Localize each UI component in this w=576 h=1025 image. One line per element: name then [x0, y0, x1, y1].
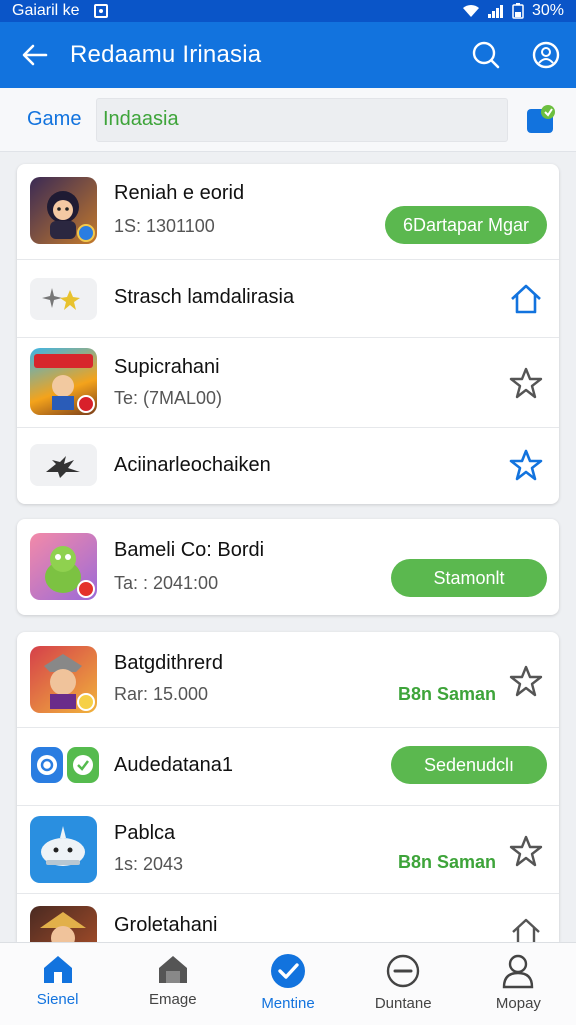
search-input[interactable]: Indaasia	[96, 97, 508, 142]
home-outline-icon	[511, 284, 541, 314]
battery-icon	[512, 3, 524, 19]
home-outline-icon	[512, 918, 540, 942]
nav-item-duntane[interactable]: Duntane	[346, 943, 461, 1025]
sparkle-thumbnail	[30, 278, 97, 320]
search-button[interactable]	[456, 22, 516, 88]
list-item[interactable]: Batgdithrerd Rar: 15.000 B8n Saman	[17, 632, 559, 728]
notification-icon	[93, 4, 108, 18]
favorite-button[interactable]	[507, 832, 545, 870]
sparkle-stars-icon	[41, 288, 80, 310]
item-name: Aciinarleochaiken	[114, 454, 271, 476]
home-shortcut-button[interactable]	[507, 280, 545, 318]
item-name: Reniah e eorid	[114, 182, 245, 204]
item-name: Batgdithrerd	[114, 652, 223, 674]
item-meta: 1S: 1301100	[114, 216, 215, 236]
primary-action-button[interactable]: Sedenudclı	[391, 746, 547, 784]
plane-icon	[45, 456, 80, 478]
account-circle-icon	[532, 41, 560, 69]
star-outline-icon	[509, 835, 543, 867]
house-icon	[158, 956, 187, 983]
nav-item-mopay[interactable]: Mopay	[461, 943, 576, 1025]
favorite-button[interactable]	[507, 446, 545, 484]
chat-app-icon	[31, 747, 63, 783]
wifi-icon	[462, 4, 479, 17]
carrier-label: Gaiaril ke	[12, 2, 80, 19]
item-meta: 1s: 2043	[114, 854, 184, 874]
star-outline-icon	[509, 665, 543, 697]
item-name: Audedatana1	[114, 754, 234, 776]
game-thumbnail	[30, 906, 97, 942]
nav-label: Sienel	[36, 991, 79, 1008]
nav-item-sienel[interactable]: Sienel	[0, 943, 115, 1025]
chat-button[interactable]	[508, 103, 576, 137]
nav-item-mentine[interactable]: Mentine	[230, 943, 345, 1025]
messenger-app-icon	[67, 747, 99, 783]
plane-thumbnail	[30, 444, 97, 486]
list-item[interactable]: Strasch lamdalirasia	[17, 260, 559, 338]
chat-bubble-icon	[527, 104, 555, 133]
back-button[interactable]	[0, 22, 70, 88]
search-row: Game Indaasia	[0, 88, 576, 152]
more-button[interactable]	[507, 912, 545, 942]
list-item[interactable]: Supicrahani Te: (7MAL00)	[17, 338, 559, 428]
nav-label: Mentine	[261, 995, 315, 1012]
person-icon	[503, 954, 534, 989]
game-thumbnail	[30, 816, 97, 883]
star-outline-icon	[509, 367, 543, 399]
game-thumbnail	[30, 533, 97, 600]
status-tag: B8n Saman	[397, 852, 496, 872]
primary-action-button[interactable]: Stamonlt	[391, 559, 547, 597]
nav-item-emage[interactable]: Emage	[115, 943, 230, 1025]
list-item[interactable]: Audedatana1 Sedenudclı	[17, 728, 559, 806]
nav-label: Duntane	[374, 995, 432, 1012]
minus-circle-icon	[387, 954, 420, 988]
app-bar: Redaamu Irinasia	[0, 22, 576, 88]
item-meta: Rar: 15.000	[114, 684, 209, 704]
status-bar: Gaiaril ke 30%	[0, 0, 576, 22]
item-name: Pablca	[114, 822, 176, 844]
home-filled-icon	[43, 956, 72, 983]
item-meta: Te: (7MAL00)	[114, 388, 223, 408]
nav-label: Mopay	[495, 995, 541, 1012]
list-item[interactable]: Aciinarleochaiken	[17, 428, 559, 504]
list-item[interactable]: Bameli Co: Bordi Ta: : 2041:00 Stamonlt	[17, 519, 559, 615]
results-card-3: Batgdithrerd Rar: 15.000 B8n Saman Auded…	[17, 632, 559, 942]
signal-icon	[487, 5, 503, 18]
check-circle-icon	[271, 954, 305, 988]
battery-percent: 30%	[531, 2, 564, 19]
item-name: Bameli Co: Bordi	[114, 539, 265, 561]
arrow-left-icon	[22, 44, 48, 66]
item-name: Strasch lamdalirasia	[114, 286, 295, 308]
results-card-2: Bameli Co: Bordi Ta: : 2041:00 Stamonlt	[17, 519, 559, 615]
star-outline-icon	[509, 449, 543, 481]
list-item[interactable]: Groletahani	[17, 894, 559, 942]
favorite-button[interactable]	[507, 364, 545, 402]
game-thumbnail	[30, 177, 97, 244]
item-meta: Ta: : 2041:00	[114, 573, 219, 593]
item-name: Supicrahani	[114, 356, 220, 378]
account-button[interactable]	[516, 22, 576, 88]
bottom-navigation: Sienel Emage Mentine Duntane Mopay	[0, 942, 576, 1025]
app-icons-pair	[30, 746, 100, 784]
status-tag: B8n Saman	[397, 684, 496, 704]
nav-label: Emage	[149, 991, 197, 1008]
search-scope-label[interactable]: Game	[0, 108, 96, 131]
game-thumbnail	[30, 646, 97, 713]
page-title: Redaamu Irinasia	[70, 41, 262, 68]
list-item[interactable]: Reniah e eorid 1S: 1301100 6Dartapar Mga…	[17, 164, 559, 260]
list-item[interactable]: Pablca 1s: 2043 B8n Saman	[17, 806, 559, 894]
results-card-1: Reniah e eorid 1S: 1301100 6Dartapar Mga…	[17, 164, 559, 504]
game-thumbnail	[30, 348, 97, 415]
item-name: Groletahani	[114, 914, 218, 936]
favorite-button[interactable]	[507, 662, 545, 700]
primary-action-button[interactable]: 6Dartapar Mgar	[385, 206, 547, 244]
search-icon	[472, 41, 500, 69]
